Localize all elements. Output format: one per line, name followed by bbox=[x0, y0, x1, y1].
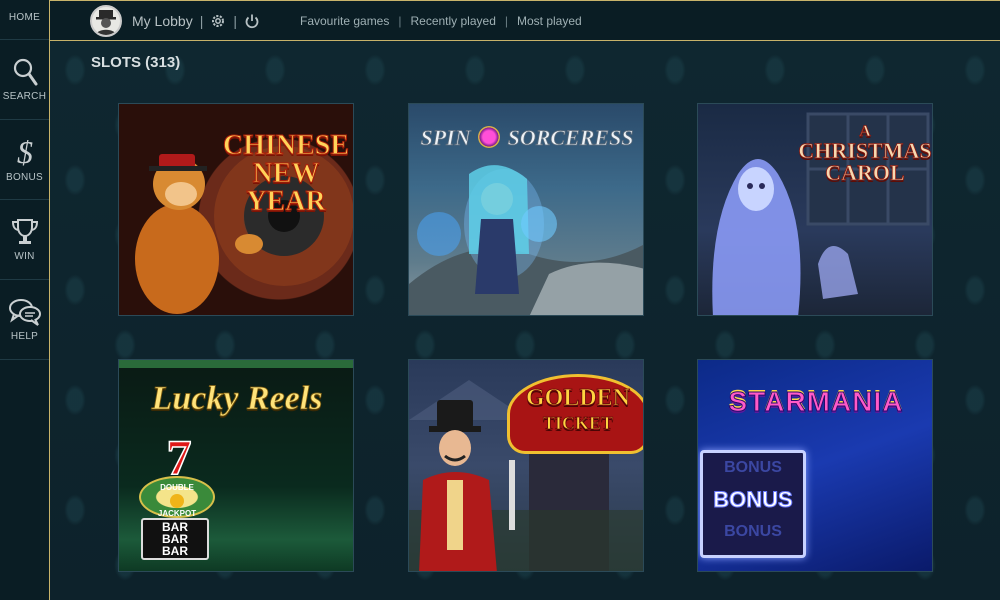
top-nav: Favourite games | Recently played | Most… bbox=[300, 14, 582, 28]
dollar-icon: $ bbox=[12, 136, 38, 168]
coin-icon bbox=[170, 494, 184, 508]
game-tile-starmania[interactable]: STARMANIA BONUS BONUS BONUS bbox=[697, 359, 933, 572]
game-title: STARMANIA bbox=[728, 386, 904, 417]
section-title: SLOTS (313) bbox=[91, 54, 181, 71]
game-title: SPIN SORCERESS bbox=[409, 125, 643, 150]
sidebar-item-search[interactable]: SEARCH bbox=[0, 40, 49, 120]
game-title-line: NEW YEAR bbox=[246, 158, 326, 217]
search-icon bbox=[12, 57, 38, 87]
sidebar-item-label: WIN bbox=[14, 251, 35, 262]
sidebar-item-label: HELP bbox=[10, 331, 39, 342]
game-tile-christmas-carol[interactable]: A CHRISTMAS CAROL bbox=[697, 103, 933, 316]
sidebar-item-label: BONUS bbox=[5, 172, 44, 183]
double-jackpot-badge: DOUBLE JACKPOT bbox=[139, 476, 215, 518]
game-title-line: CHINESE bbox=[222, 130, 350, 161]
recently-played-link[interactable]: Recently played bbox=[410, 14, 495, 28]
bar-symbols: BAR BAR BAR bbox=[141, 518, 209, 560]
bonus-text: BONUS bbox=[713, 487, 793, 513]
game-title-line: CAROL bbox=[825, 160, 905, 185]
game-title-line: GOLDEN bbox=[525, 385, 631, 411]
sidebar: HOME SEARCH $ BONUS WIN HELP bbox=[0, 0, 50, 600]
most-played-link[interactable]: Most played bbox=[517, 14, 582, 28]
game-tile-chinese-new-year[interactable]: CHINESE NEW YEAR bbox=[118, 103, 354, 316]
sidebar-item-help[interactable]: HELP bbox=[0, 280, 49, 360]
game-title: A CHRISTMAS CAROL bbox=[790, 123, 932, 185]
game-title: GOLDEN TICKET bbox=[509, 385, 643, 433]
game-title: Lucky Reels bbox=[151, 380, 323, 417]
badge-text: DOUBLE bbox=[160, 483, 194, 492]
chat-bubbles-icon bbox=[8, 297, 42, 327]
sidebar-item-bonus[interactable]: $ BONUS bbox=[0, 120, 49, 200]
sidebar-item-win[interactable]: WIN bbox=[0, 200, 49, 280]
game-title-line: CHRISTMAS bbox=[798, 138, 932, 163]
gentleman-avatar-icon bbox=[96, 9, 116, 35]
svg-text:$: $ bbox=[17, 136, 33, 168]
game-title-line: TICKET bbox=[542, 413, 614, 433]
sidebar-item-label: SEARCH bbox=[2, 91, 47, 102]
bonus-ghost-text: BONUS bbox=[724, 459, 782, 476]
game-tile-spin-sorceress[interactable]: SPIN SORCERESS bbox=[408, 103, 644, 316]
my-lobby-link[interactable]: My Lobby bbox=[132, 13, 193, 29]
sidebar-item-home[interactable]: HOME bbox=[0, 0, 49, 40]
top-bar: My Lobby | | Favourite games | Recently … bbox=[50, 0, 1000, 41]
game-title-line: SPIN bbox=[420, 125, 471, 150]
game-tile-lucky-reels[interactable]: Lucky Reels 7 DOUBLE JACKPOT BAR BAR BAR bbox=[118, 359, 354, 572]
divider: | bbox=[233, 12, 237, 29]
trophy-icon bbox=[11, 217, 39, 247]
settings-gear-icon[interactable] bbox=[210, 13, 226, 29]
favourite-games-link[interactable]: Favourite games bbox=[300, 14, 389, 28]
bonus-panel: BONUS BONUS BONUS bbox=[700, 450, 806, 558]
badge-text: JACKPOT bbox=[157, 509, 197, 518]
game-tile-golden-ticket[interactable]: GOLDEN TICKET bbox=[408, 359, 644, 572]
divider: | bbox=[504, 13, 508, 28]
orb-icon bbox=[478, 126, 501, 148]
bar-symbol: BAR bbox=[162, 544, 188, 558]
sidebar-item-label: HOME bbox=[8, 12, 41, 23]
divider: | bbox=[398, 13, 402, 28]
bonus-ghost-text: BONUS bbox=[724, 523, 782, 540]
avatar[interactable] bbox=[90, 4, 122, 37]
decor-stripe bbox=[119, 360, 353, 368]
game-title-line: SORCERESS bbox=[507, 125, 634, 150]
divider: | bbox=[199, 12, 204, 29]
power-icon[interactable] bbox=[244, 13, 260, 29]
game-title: CHINESE NEW YEAR bbox=[211, 130, 353, 217]
